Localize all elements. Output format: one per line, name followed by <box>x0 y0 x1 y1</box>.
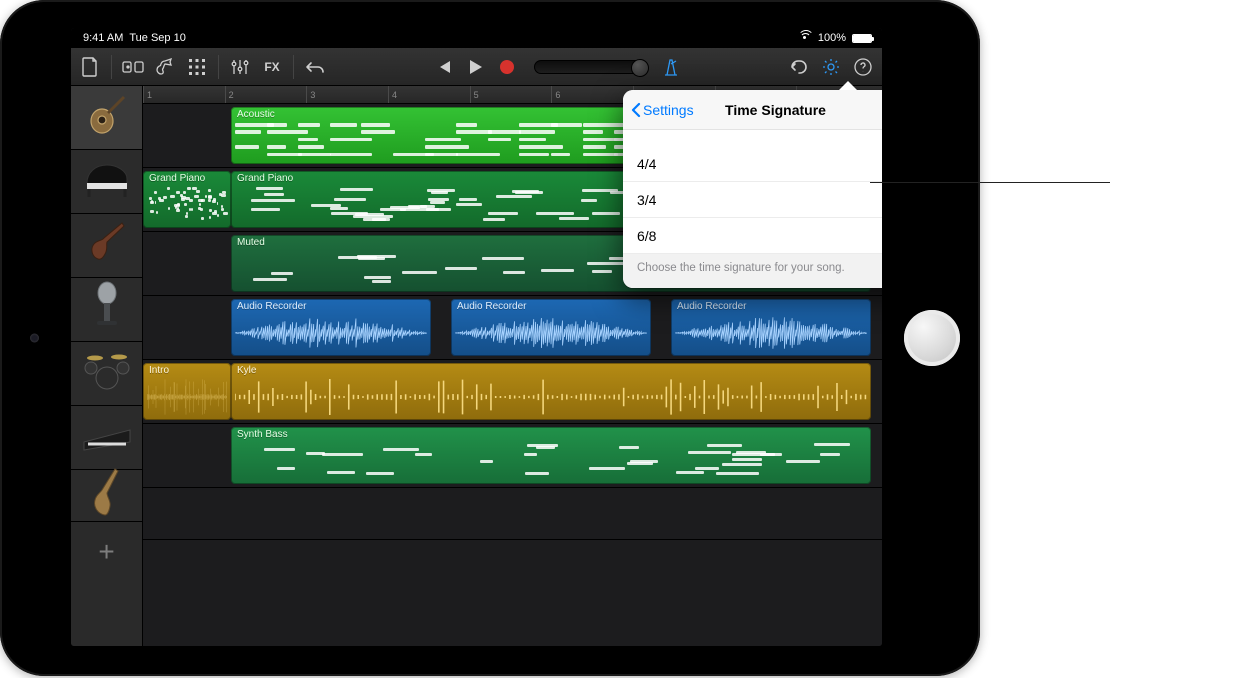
track-header-sidebar: + <box>71 86 143 646</box>
track-header-synth[interactable] <box>71 406 142 470</box>
track-header-microphone[interactable] <box>71 278 142 342</box>
device-camera <box>30 334 39 343</box>
battery-text: 100% <box>818 32 846 44</box>
callout-line <box>870 182 1110 183</box>
region-label: Intro <box>149 365 225 376</box>
track-header-grand-piano[interactable] <box>71 150 142 214</box>
drum-kit-icon <box>81 350 133 397</box>
wifi-icon <box>798 33 812 43</box>
time-signature-option[interactable]: 4/4✓ <box>623 146 882 182</box>
synth-icon <box>82 417 132 459</box>
region-label: Audio Recorder <box>457 301 645 312</box>
region-label: Grand Piano <box>149 173 225 184</box>
my-songs-button[interactable] <box>75 53 105 81</box>
time-signature-popover: Settings Time Signature 4/4✓ 3/4 6/8 Choos… <box>623 90 882 288</box>
region-label: Synth Bass <box>237 429 865 440</box>
region[interactable]: Audio Recorder <box>451 299 651 356</box>
option-label: 6/8 <box>637 228 656 244</box>
region-label: Audio Recorder <box>677 301 865 312</box>
popover-back-button[interactable]: Settings <box>631 90 694 129</box>
add-track-button[interactable]: + <box>71 522 142 582</box>
strings-icon <box>87 467 127 524</box>
ruler-tick: 3 <box>306 86 315 103</box>
time-signature-option[interactable]: 6/8 <box>623 218 882 254</box>
screen: 9:41 AM Tue Sep 10 100% <box>71 28 882 646</box>
home-button[interactable] <box>904 310 960 366</box>
grid-button[interactable] <box>182 53 212 81</box>
acoustic-guitar-icon <box>84 91 130 144</box>
region[interactable]: Audio Recorder <box>671 299 871 356</box>
track-row[interactable] <box>143 488 882 540</box>
fx-button[interactable]: FX <box>257 53 287 81</box>
bass-guitar-icon <box>84 219 130 272</box>
region[interactable]: Audio Recorder <box>231 299 431 356</box>
track-row[interactable]: Intro Kyle <box>143 360 882 424</box>
help-button[interactable] <box>848 53 878 81</box>
instrument-button[interactable] <box>150 53 180 81</box>
browser-button[interactable] <box>118 53 148 81</box>
track-header-bass-guitar[interactable] <box>71 214 142 278</box>
time-signature-option[interactable]: 3/4 <box>623 182 882 218</box>
metronome-button[interactable] <box>656 53 686 81</box>
record-button[interactable] <box>492 53 522 81</box>
grand-piano-icon <box>83 157 131 206</box>
status-bar: 9:41 AM Tue Sep 10 100% <box>71 28 882 48</box>
rewind-button[interactable] <box>428 53 458 81</box>
track-row[interactable]: Synth Bass <box>143 424 882 488</box>
option-label: 4/4 <box>637 156 656 172</box>
battery-icon <box>852 34 872 43</box>
option-label: 3/4 <box>637 192 656 208</box>
microphone-icon <box>89 281 125 338</box>
region[interactable]: Intro <box>143 363 231 420</box>
ipad-device: 9:41 AM Tue Sep 10 100% <box>0 0 980 676</box>
settings-button[interactable] <box>816 53 846 81</box>
ruler-tick: 5 <box>470 86 479 103</box>
track-header-acoustic-guitar[interactable] <box>71 86 142 150</box>
region[interactable]: Kyle <box>231 363 871 420</box>
ruler-tick: 2 <box>225 86 234 103</box>
main-toolbar: FX <box>71 48 882 86</box>
popover-header: Settings Time Signature <box>623 90 882 130</box>
play-button[interactable] <box>460 53 490 81</box>
popover-option-list: 4/4✓ 3/4 6/8 <box>623 130 882 254</box>
mixer-button[interactable] <box>225 53 255 81</box>
track-header-drum-kit[interactable] <box>71 342 142 406</box>
ruler-tick: 1 <box>143 86 152 103</box>
track-row[interactable]: Audio Recorder Audio Recorder Audio Record… <box>143 296 882 360</box>
popover-footer-text: Choose the time signature for your song. <box>623 254 882 288</box>
ruler-tick: 4 <box>388 86 397 103</box>
region-label: Audio Recorder <box>237 301 425 312</box>
song-position[interactable] <box>534 60 644 74</box>
date-text: Tue Sep 10 <box>129 32 185 44</box>
region-label: Kyle <box>237 365 865 376</box>
popover-title: Time Signature <box>725 102 826 118</box>
region[interactable]: Grand Piano <box>143 171 231 228</box>
ruler-tick: 6 <box>551 86 560 103</box>
clock-text: 9:41 AM <box>83 32 123 44</box>
loop-button[interactable] <box>784 53 814 81</box>
undo-button[interactable] <box>300 53 330 81</box>
track-header-strings[interactable] <box>71 470 142 522</box>
popover-back-label: Settings <box>643 102 694 118</box>
region[interactable]: Synth Bass <box>231 427 871 484</box>
